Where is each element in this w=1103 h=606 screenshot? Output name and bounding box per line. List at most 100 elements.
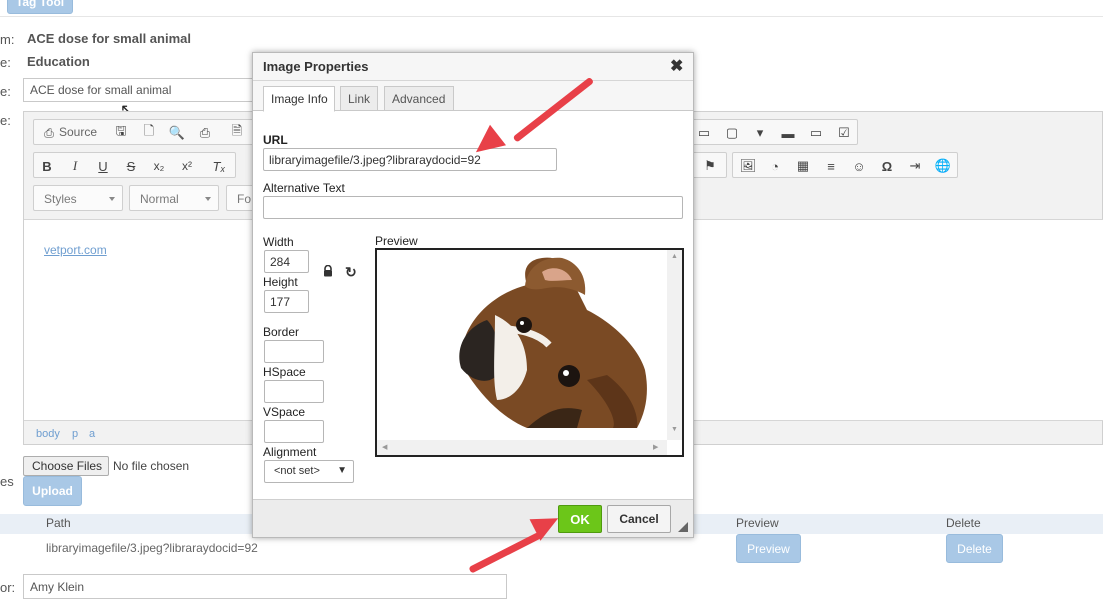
remove-format-icon[interactable]: Tₓ [210,157,228,175]
ok-label: OK [570,511,590,527]
url-input[interactable]: libraryimagefile/3.jpeg?libraraydocid=92 [263,148,557,171]
hspace-label: HSpace [263,365,306,379]
table-icon[interactable]: ▦ [794,157,812,175]
vspace-input[interactable] [264,420,324,443]
row-path: libraryimagefile/3.jpeg?libraraydocid=92 [46,541,258,555]
preview-page-icon[interactable]: 🔍 [168,124,186,142]
hidden-field-icon[interactable]: ☑ [835,124,853,142]
header-path: Path [46,516,71,530]
chevron-down-icon: ▼ [337,465,347,476]
tab-link[interactable]: Link [340,86,378,111]
italic-icon[interactable]: I [66,157,84,175]
tab-advanced[interactable]: Advanced [384,86,454,111]
type-value: Education [27,54,90,69]
button-icon[interactable]: ▬ [779,124,797,142]
ok-button[interactable]: OK [558,505,602,533]
width-input[interactable]: 284 [264,250,309,273]
underline-icon[interactable]: U [94,157,112,175]
element-path-body[interactable]: body [36,428,60,440]
toolbar-group-insert: 🖼 ◔ ▦ ≡ ☺ Ω ⇥ 🌐 [732,152,958,178]
title-input[interactable]: ACE dose for small animal [23,78,263,102]
height-value: 177 [270,295,291,309]
toolbar-group-flag: ⚑ [692,152,727,178]
dialog-title: Image Properties [263,59,369,74]
header-preview: Preview [736,516,779,530]
select-icon[interactable]: ▾ [751,124,769,142]
flash-icon[interactable]: ◔ [766,157,784,175]
border-label: Border [263,325,300,339]
page-break-icon[interactable]: ⇥ [906,157,924,175]
row-delete-button[interactable]: Delete [946,534,1003,563]
author-label: or: [0,580,16,595]
label-type: e: [0,55,11,70]
height-input[interactable]: 177 [264,290,309,313]
top-divider [0,16,1103,17]
image-properties-dialog: Image Properties ✖ Image Info Link Advan… [252,52,694,538]
horizontal-rule-icon[interactable]: ≡ [822,157,840,175]
iframe-icon[interactable]: 🌐 [934,157,952,175]
templates-icon[interactable]: 🗎 [228,123,246,142]
anchor-icon[interactable]: ⚑ [701,157,719,175]
height-label: Height [263,275,298,289]
dog-preview-image [459,257,647,428]
row-delete-label: Delete [957,541,992,556]
preview-scrollbar-horizontal[interactable]: ◀ ▶ [377,440,667,455]
image-button-icon[interactable]: ▭ [807,124,825,142]
print-icon[interactable]: ⎙ [196,124,214,142]
save-icon[interactable]: 🖫 [112,123,130,142]
new-page-icon[interactable]: 🗋 [140,123,158,142]
label-item: m: [0,32,15,47]
files-label: es [0,474,14,489]
cancel-label: Cancel [619,512,659,526]
format-combo-value: Normal [140,192,179,206]
resize-grip-icon[interactable] [678,522,688,532]
smiley-icon[interactable]: ☺ [850,157,868,175]
scroll-down-icon[interactable]: ▼ [671,426,678,433]
special-char-icon[interactable]: Ω [878,157,896,175]
styles-combo[interactable]: Styles [33,185,123,211]
strike-icon[interactable]: S [122,157,140,175]
subscript-icon[interactable]: x₂ [150,157,168,175]
textarea-icon[interactable]: ▢ [723,124,741,142]
source-icon[interactable]: ⎙ [40,124,58,142]
choose-files-button[interactable]: Choose Files [23,456,109,476]
scroll-up-icon[interactable]: ▲ [671,253,678,260]
tag-tool-button[interactable]: Tag Tool [7,0,73,14]
superscript-icon[interactable]: x² [178,157,196,175]
preview-label: Preview [375,234,418,248]
textfield-icon[interactable]: ▭ [695,124,713,142]
reset-size-icon[interactable]: ↻ [345,264,357,281]
image-icon[interactable]: 🖼 [739,157,757,175]
element-path-p[interactable]: p [72,428,78,440]
hspace-input[interactable] [264,380,324,403]
element-path-a[interactable]: a [89,428,95,440]
editor-link[interactable]: vetport.com [44,243,107,257]
close-icon[interactable]: ✖ [670,56,683,76]
label-title: e: [0,84,11,99]
preview-scrollbar-vertical[interactable]: ▲ ▼ [667,250,682,440]
alignment-value: <not set> [274,465,320,477]
scroll-left-icon[interactable]: ◀ [382,443,387,451]
toolbar-group-basicstyles: B I U S x₂ x² Tₓ [33,152,236,178]
no-file-text: No file chosen [113,459,190,473]
tab-image-info[interactable]: Image Info [263,86,335,112]
row-preview-label: Preview [747,541,790,556]
row-preview-button[interactable]: Preview [736,534,801,563]
upload-button[interactable]: Upload [23,476,82,506]
tag-tool-label: Tag Tool [15,0,65,9]
format-combo[interactable]: Normal [129,185,219,211]
scroll-right-icon[interactable]: ▶ [653,443,658,451]
lock-ratio-icon[interactable] [322,264,334,277]
label-content: e: [0,113,11,128]
cancel-button[interactable]: Cancel [607,505,671,533]
toolbar-group-document: ⎙ Source 🖫 🗋 🔍 ⎙ 🗎 [33,119,255,145]
author-input[interactable]: Amy Klein [23,574,507,599]
width-value: 284 [270,255,291,269]
alt-text-input[interactable] [263,196,683,219]
alignment-select[interactable]: <not set> ▼ [264,460,354,483]
alt-text-label: Alternative Text [263,181,345,195]
border-input[interactable] [264,340,324,363]
source-button[interactable]: Source [59,125,97,139]
bold-icon[interactable]: B [38,157,56,175]
preview-box: ▲ ▼ ◀ ▶ [375,248,684,457]
